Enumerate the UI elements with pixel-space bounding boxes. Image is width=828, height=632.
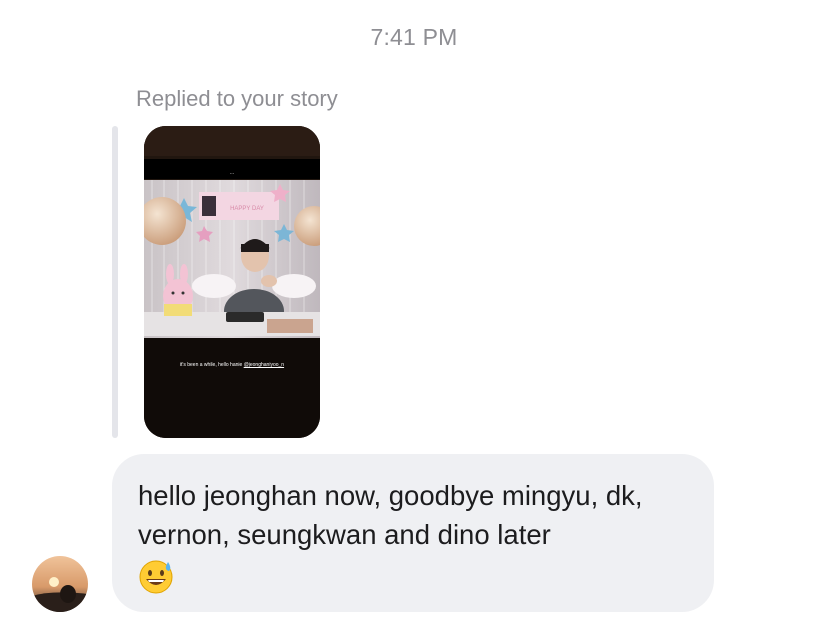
message-timestamp: 7:41 PM	[370, 24, 458, 50]
message-text: hello jeonghan now, goodbye mingyu, dk, …	[138, 480, 643, 550]
reply-indicator-bar	[112, 126, 118, 438]
sender-avatar[interactable]	[32, 556, 88, 612]
sunset-avatar	[32, 556, 88, 612]
story-caption-text: it's been a while, hello hanie	[179, 362, 244, 368]
story-thumbnail[interactable]: ... HAPPY DAY it's been a while, hello h…	[144, 126, 320, 438]
story-caption: it's been a while, hello hanie @jeonghan…	[144, 362, 320, 368]
message-bubble[interactable]: hello jeonghan now, goodbye mingyu, dk, …	[112, 454, 714, 612]
svg-text:HAPPY DAY: HAPPY DAY	[230, 206, 264, 212]
story-image: ... HAPPY DAY	[144, 126, 320, 438]
grinning-sweat-emoji	[139, 560, 173, 594]
svg-text:...: ...	[229, 170, 234, 176]
story-caption-mention[interactable]: @jeonghaniyoo_n	[244, 362, 284, 368]
reply-context-label: Replied to your story	[136, 86, 338, 111]
